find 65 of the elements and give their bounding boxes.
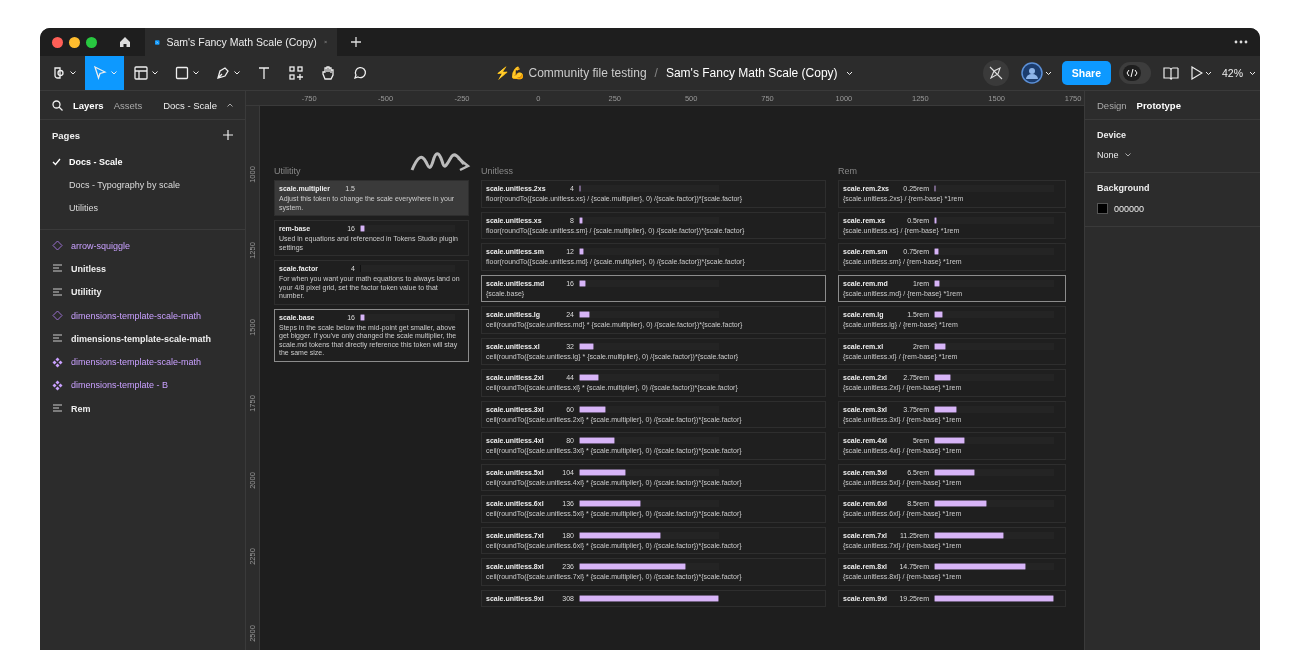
project-name[interactable]: ⚡💪 Community file testing (495, 66, 647, 80)
diamond-icon (52, 240, 63, 252)
lines-icon (52, 403, 63, 415)
color-value[interactable]: 000000 (1114, 203, 1145, 214)
file-tab[interactable]: Sam's Fancy Math Scale (Copy) (145, 28, 337, 56)
layer-item[interactable]: arrow-squiggle (40, 234, 245, 258)
close-window-button[interactable] (52, 36, 63, 48)
pen-icon (215, 65, 231, 81)
maximize-window-button[interactable] (86, 36, 97, 48)
panel-tab[interactable]: Layers (73, 99, 104, 111)
four-diamonds-icon (52, 356, 63, 368)
caret-icon[interactable] (1124, 153, 1131, 157)
page-item[interactable]: Docs - Typography by scale (40, 173, 245, 196)
lines-icon (52, 333, 63, 345)
layer-item[interactable]: Utilitity (40, 280, 245, 304)
move-icon (92, 65, 108, 81)
panel-tab[interactable]: Prototype (1136, 99, 1181, 111)
section-heading: Background (1097, 183, 1151, 193)
column-title: Unitless (481, 166, 514, 176)
resources-icon (288, 65, 304, 81)
file-name[interactable]: Sam's Fancy Math Scale (Copy) (665, 66, 838, 80)
tab-title: Sam's Fancy Math Scale (Copy) (166, 36, 317, 48)
layer-item[interactable]: dimensions-template-scale-math (40, 327, 245, 351)
section-heading: Device (1097, 130, 1128, 140)
lines-icon (52, 286, 63, 298)
check-icon (52, 157, 61, 166)
comment-icon (352, 65, 368, 81)
page-item[interactable]: Docs - Scale (40, 150, 245, 173)
dev-mode-toggle[interactable] (1119, 62, 1151, 84)
play-icon[interactable] (1191, 66, 1203, 80)
panel-tab[interactable]: Design (1097, 99, 1127, 111)
lines-icon (52, 263, 63, 275)
layer-item[interactable]: dimensions-template-scale-math (40, 350, 245, 374)
logo-icon (51, 65, 67, 81)
column-title: Utilitity (274, 166, 302, 176)
new-tab-icon[interactable] (351, 37, 361, 47)
layer-item[interactable]: dimensions-template-scale-math (40, 303, 245, 328)
pen-slash-icon[interactable] (982, 60, 1009, 86)
zoom-level[interactable]: 42% (1222, 67, 1243, 79)
layer-item[interactable]: dimensions-template - B (40, 373, 245, 398)
breadcrumb-separator: / (654, 66, 658, 80)
pages-heading: Pages (52, 129, 80, 141)
page-item[interactable]: Utilities (40, 196, 245, 219)
four-diamonds-icon (52, 379, 63, 391)
page-switcher[interactable]: Docs - Scale (163, 99, 217, 111)
token-card[interactable] (274, 308, 469, 362)
text-icon (256, 65, 272, 81)
avatar-icon[interactable] (1020, 62, 1043, 84)
search-icon[interactable] (52, 99, 63, 111)
diamond-icon (52, 310, 63, 322)
panel-tab[interactable]: Assets (113, 99, 143, 111)
device-dropdown[interactable]: None (1097, 150, 1119, 160)
column-title: Rem (838, 166, 858, 176)
more-icon[interactable] (1234, 40, 1248, 44)
add-page-icon[interactable] (223, 130, 233, 140)
book-icon[interactable] (1163, 66, 1179, 80)
hand-icon (320, 65, 336, 81)
layer-item[interactable]: Unitless (40, 257, 245, 281)
rect-icon (174, 65, 190, 81)
minimize-window-button[interactable] (69, 36, 80, 48)
home-icon[interactable] (119, 36, 131, 48)
frame-icon (133, 65, 149, 81)
caret-icon[interactable] (227, 103, 233, 107)
layer-item[interactable]: Rem (40, 397, 245, 421)
color-swatch[interactable] (1097, 203, 1108, 214)
